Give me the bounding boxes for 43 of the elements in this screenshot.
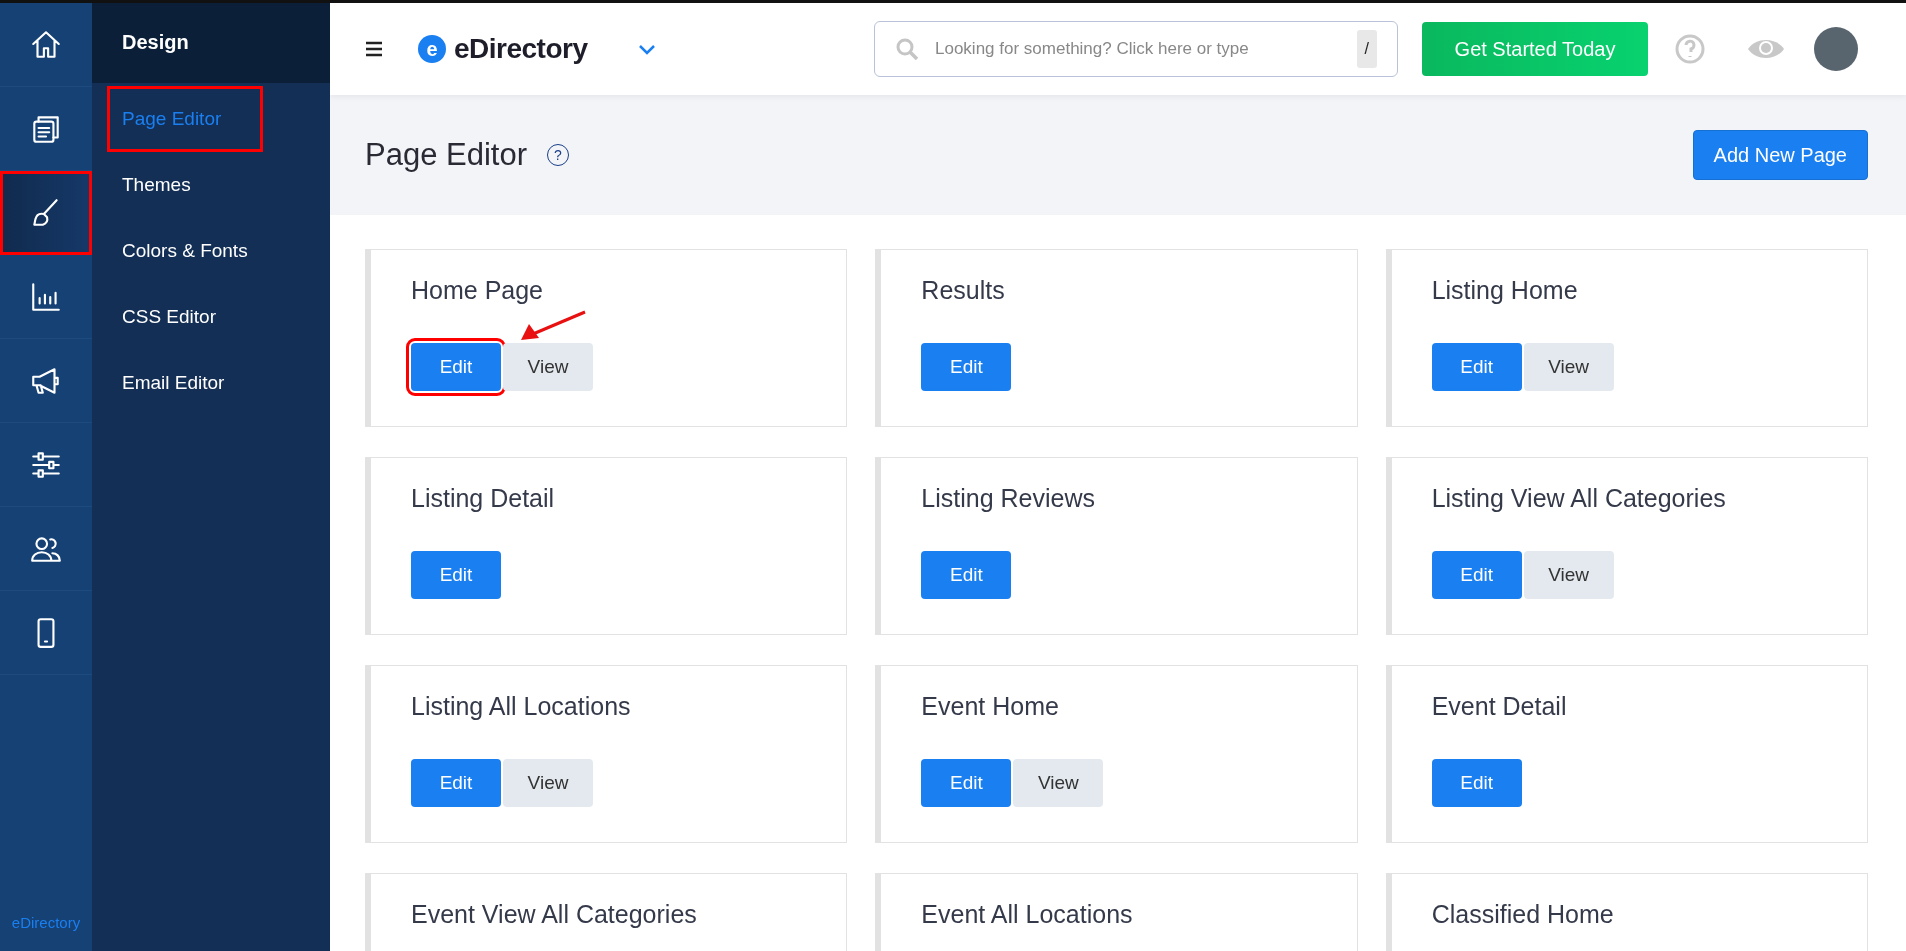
logo-text: eDirectory [454, 33, 588, 65]
card-title: Home Page [411, 276, 545, 305]
chevron-down-icon[interactable] [637, 43, 656, 55]
edit-button[interactable]: Edit [1431, 343, 1522, 391]
add-page-button[interactable]: Add New Page [1692, 130, 1868, 180]
card-title: Event All Locations [921, 900, 1134, 929]
edit-button[interactable]: Edit [921, 343, 1012, 391]
view-button[interactable]: View [503, 343, 593, 391]
card-title: Listing All Locations [411, 692, 632, 721]
card-title: Event Home [921, 692, 1060, 721]
get-started-button[interactable]: Get Started Today [1422, 22, 1648, 76]
card-title: Event Detail [1431, 692, 1568, 721]
edit-button[interactable]: Edit [411, 551, 501, 599]
logo-mark: e [418, 35, 446, 63]
avatar[interactable] [1814, 27, 1858, 71]
edit-button[interactable]: Edit [921, 759, 1012, 807]
edit-button[interactable]: Edit [1431, 551, 1522, 599]
edit-button[interactable]: Edit [921, 551, 1012, 599]
page-title: Page Editor [365, 137, 527, 173]
edit-button[interactable]: Edit [411, 759, 501, 807]
menu-icon[interactable] [364, 40, 384, 58]
shortcut-key: / [1356, 30, 1377, 68]
card-title: Event View All Categories [411, 900, 698, 929]
card-title: Classified Home [1431, 900, 1615, 929]
submenu-item[interactable]: Colors & Fonts [110, 221, 260, 281]
card-title: Listing View All Categories [1431, 484, 1727, 513]
submenu-title: Design [92, 3, 330, 83]
submenu-item[interactable]: CSS Editor [110, 287, 228, 347]
view-button[interactable]: View [1523, 343, 1614, 391]
card-title: Results [921, 276, 1006, 305]
footer-label: eDirectory [10, 914, 82, 933]
view-button[interactable]: View [1523, 551, 1614, 599]
view-button[interactable]: View [1013, 759, 1104, 807]
search-field[interactable]: Looking for something? Click here or type / [874, 21, 1398, 77]
submenu-item[interactable]: Page Editor [110, 89, 260, 149]
view-button[interactable]: View [503, 759, 593, 807]
submenu-item[interactable]: Themes [110, 155, 203, 215]
edit-button[interactable]: Edit [1431, 759, 1522, 807]
submenu-item[interactable]: Email Editor [110, 353, 237, 413]
card-title: Listing Reviews [921, 484, 1096, 513]
search-icon [895, 37, 919, 61]
card-title: Listing Detail [411, 484, 556, 513]
card-title: Listing Home [1431, 276, 1579, 305]
